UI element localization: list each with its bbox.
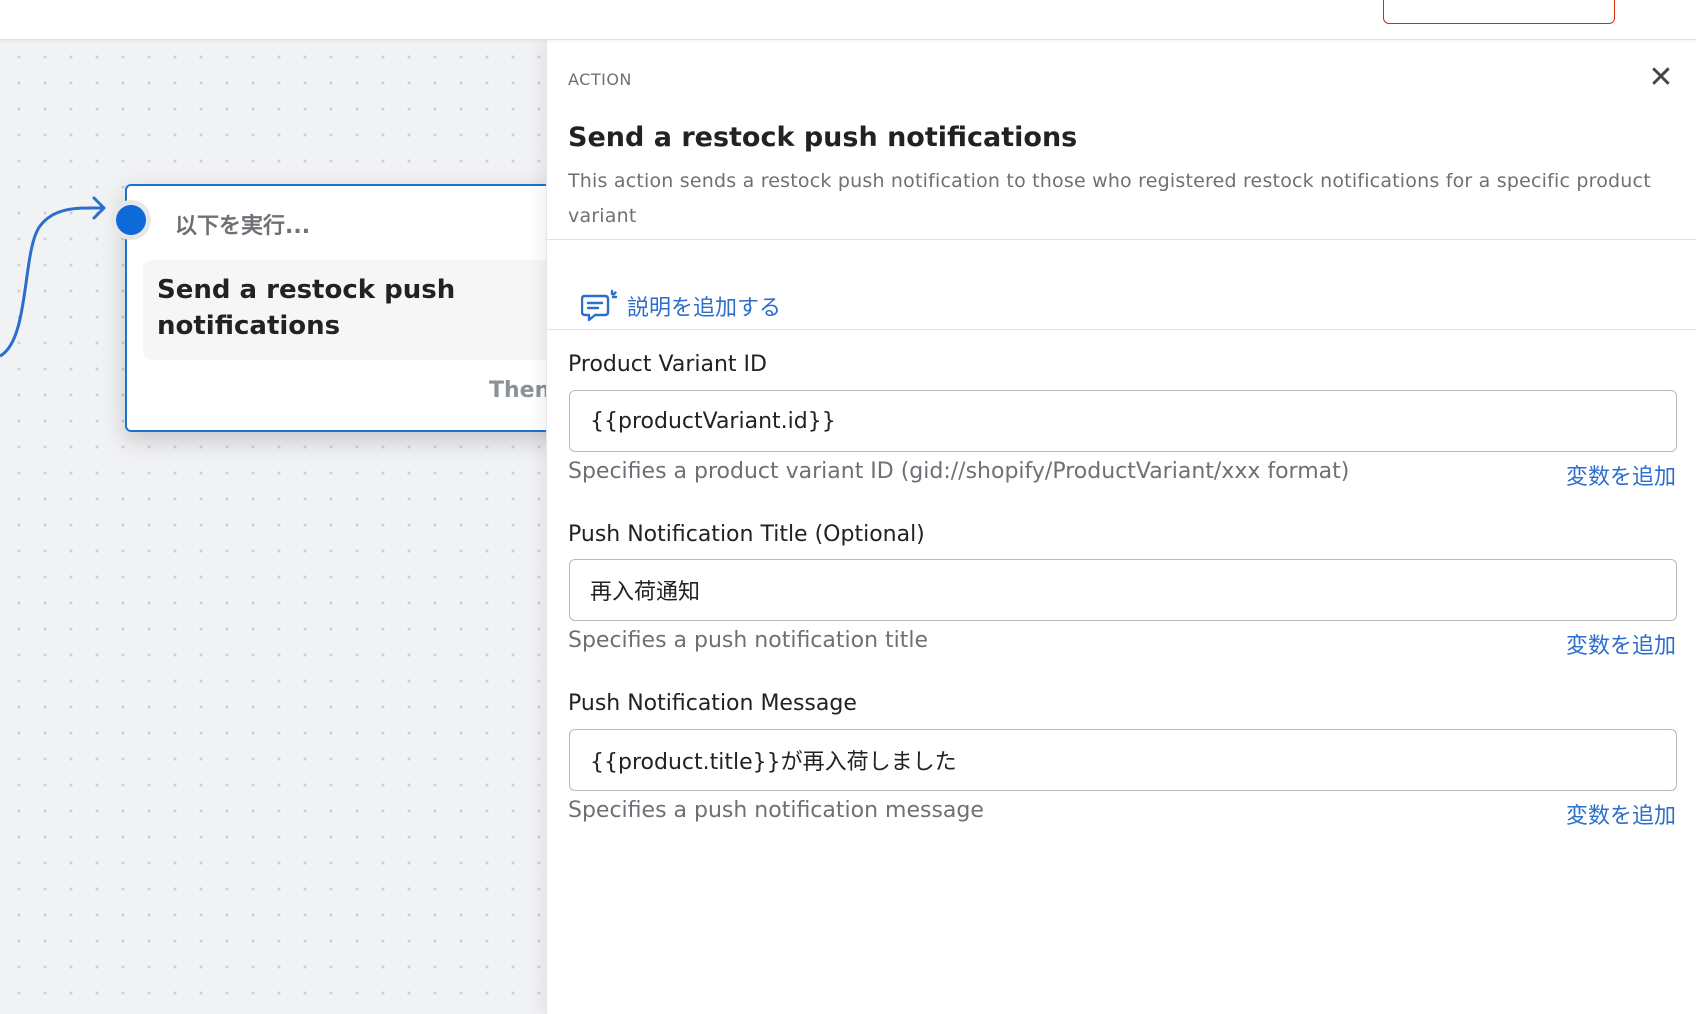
- panel-description: This action sends a restock push notific…: [568, 170, 1651, 227]
- product-variant-id-label: Product Variant ID: [568, 352, 767, 377]
- action-node-card[interactable]: 以下を実行... Send a restock push notificatio…: [111, 184, 548, 432]
- add-variable-link-1[interactable]: 変数を追加: [1566, 459, 1676, 491]
- push-title-label: Push Notification Title (Optional): [568, 522, 925, 547]
- product-variant-id-input[interactable]: [569, 390, 1677, 452]
- divider: [547, 329, 1696, 330]
- panel-title: Send a restock push notifications: [568, 122, 1078, 153]
- push-message-help: Specifies a push notification message: [568, 798, 984, 823]
- close-icon[interactable]: ✕: [1643, 60, 1679, 96]
- workflow-canvas[interactable]: 以下を実行... Send a restock push notificatio…: [0, 40, 548, 1014]
- add-description-button[interactable]: 説明を追加する: [581, 288, 781, 324]
- node-then-label: Then: [489, 378, 548, 403]
- push-message-label: Push Notification Message: [568, 691, 857, 716]
- add-variable-link-2[interactable]: 変数を追加: [1566, 628, 1676, 660]
- add-description-label: 説明を追加する: [627, 296, 782, 321]
- node-trigger-label: 以下を実行...: [175, 214, 311, 239]
- node-title: Send a restock push notifications: [157, 275, 456, 341]
- panel-eyebrow: ACTION: [568, 70, 632, 89]
- add-variable-link-3[interactable]: 変数を追加: [1566, 798, 1676, 830]
- top-bar: [0, 0, 1696, 40]
- push-title-help: Specifies a push notification title: [568, 628, 929, 653]
- node-body: Send a restock push notifications: [143, 260, 548, 360]
- push-message-input[interactable]: [569, 729, 1677, 791]
- node-connection-dot[interactable]: [111, 200, 151, 240]
- top-action-button[interactable]: [1383, 0, 1615, 24]
- action-detail-panel: ACTION ✕ Send a restock push notificatio…: [546, 40, 1696, 1014]
- push-title-input[interactable]: [569, 559, 1677, 621]
- divider: [547, 239, 1696, 240]
- product-variant-id-help: Specifies a product variant ID (gid://sh…: [568, 459, 1350, 484]
- add-description-icon: [581, 289, 618, 322]
